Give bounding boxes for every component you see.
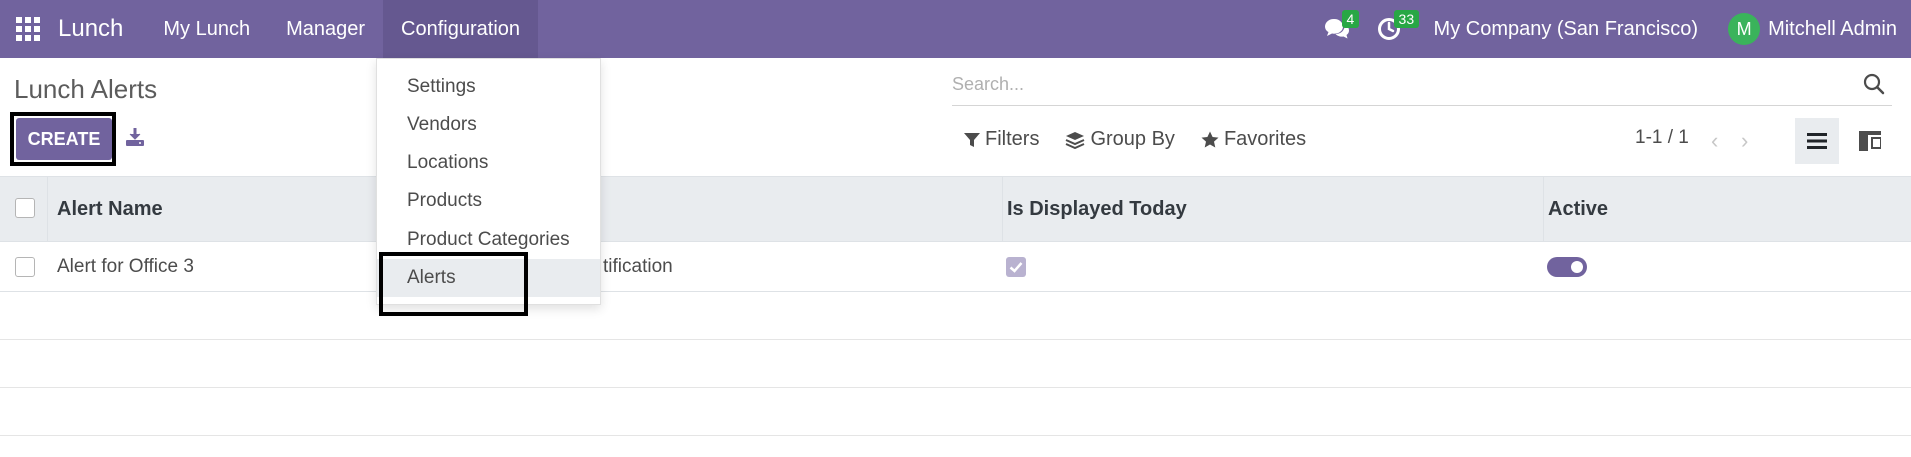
dropdown-item-products[interactable]: Products — [377, 182, 600, 220]
search-options: Filters Group By Favorites — [964, 128, 1332, 151]
company-switcher[interactable]: My Company (San Francisco) — [1434, 18, 1699, 41]
empty-row — [0, 388, 1911, 436]
kanban-view-button[interactable] — [1848, 118, 1892, 164]
activities-badge: 33 — [1393, 10, 1420, 28]
group-by-label: Group By — [1090, 128, 1175, 150]
activities-clock-icon[interactable]: 33 — [1374, 10, 1420, 44]
dropdown-item-locations[interactable]: Locations — [377, 144, 600, 182]
pager-next-icon[interactable]: › — [1741, 128, 1748, 154]
messages-badge: 4 — [1341, 10, 1360, 28]
filter-icon — [964, 132, 980, 147]
kanban-icon — [1859, 131, 1881, 151]
page-title: Lunch Alerts — [14, 74, 158, 104]
alert-mode-cell[interactable]: tification — [603, 242, 673, 292]
search-icon[interactable] — [1862, 72, 1886, 96]
empty-row — [0, 340, 1911, 388]
app-brand[interactable]: Lunch — [58, 15, 123, 43]
alert-name-cell[interactable]: Alert for Office 3 — [57, 242, 194, 292]
column-header-is-displayed-today[interactable]: Is Displayed Today — [1007, 177, 1187, 241]
dropdown-item-vendors[interactable]: Vendors — [377, 106, 600, 144]
star-icon — [1201, 131, 1219, 147]
table-row[interactable]: Alert for Office 3 tification — [0, 242, 1911, 292]
list-view-button[interactable] — [1795, 118, 1839, 164]
alerts-highlight-box — [379, 252, 528, 316]
favorites-button[interactable]: Favorites — [1201, 128, 1306, 151]
search-bar — [952, 66, 1892, 106]
download-icon[interactable] — [124, 126, 146, 148]
alerts-list: Alert Name Is Displayed Today Active Ale… — [0, 176, 1911, 436]
group-by-button[interactable]: Group By — [1065, 128, 1175, 151]
menu-configuration[interactable]: Configuration — [383, 0, 539, 58]
create-highlight-box — [10, 112, 116, 166]
active-toggle[interactable] — [1547, 257, 1587, 277]
menu-manager[interactable]: Manager — [268, 0, 383, 58]
empty-row — [0, 292, 1911, 340]
filters-label: Filters — [985, 128, 1040, 150]
column-divider — [1002, 177, 1003, 241]
search-input[interactable] — [952, 66, 1832, 102]
displayed-today-checkbox — [1006, 257, 1026, 277]
list-icon — [1807, 133, 1827, 149]
pager-previous-icon[interactable]: ‹ — [1711, 128, 1718, 154]
column-header-active[interactable]: Active — [1548, 177, 1608, 241]
column-divider — [1543, 177, 1544, 241]
checkmark-icon — [1009, 262, 1023, 273]
row-checkbox[interactable] — [15, 257, 35, 277]
dropdown-item-settings[interactable]: Settings — [377, 68, 600, 106]
column-divider — [47, 177, 48, 241]
avatar[interactable]: M — [1728, 13, 1761, 45]
column-header-alert-name[interactable]: Alert Name — [57, 177, 163, 241]
apps-menu-icon[interactable] — [14, 15, 42, 43]
table-header: Alert Name Is Displayed Today Active — [0, 176, 1911, 242]
messages-icon[interactable]: 4 — [1322, 10, 1360, 44]
select-all-checkbox[interactable] — [15, 198, 35, 218]
user-menu[interactable]: Mitchell Admin — [1768, 18, 1897, 41]
pager-value[interactable]: 1-1 / 1 — [1635, 127, 1689, 149]
top-navbar: Lunch My Lunch Manager Configuration 4 3… — [0, 0, 1911, 58]
layers-icon — [1066, 131, 1085, 149]
menu-my-lunch[interactable]: My Lunch — [145, 0, 268, 58]
filters-button[interactable]: Filters — [964, 128, 1039, 151]
favorites-label: Favorites — [1223, 128, 1307, 150]
